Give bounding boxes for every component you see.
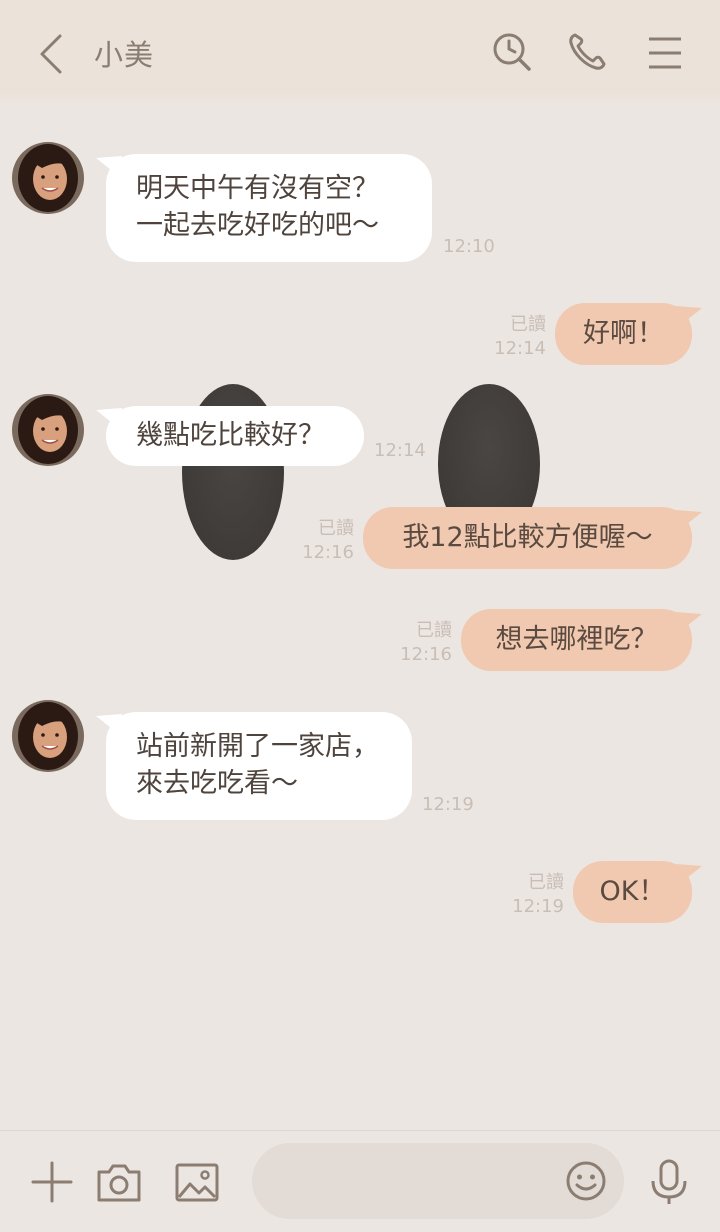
read-receipt: 已讀 (510, 314, 546, 335)
microphone-icon[interactable] (644, 1157, 694, 1207)
avatar-photo-icon (12, 700, 84, 772)
search-clock-icon[interactable] (488, 28, 536, 76)
message-bubble-outgoing[interactable]: OK！ (573, 861, 692, 923)
hamburger-menu-icon[interactable] (640, 28, 688, 76)
message-input[interactable] (252, 1143, 624, 1219)
chevron-left-icon[interactable] (30, 30, 74, 78)
message-time: 12:14 (494, 338, 546, 359)
smiley-icon[interactable] (564, 1159, 608, 1203)
contact-avatar[interactable] (12, 700, 84, 772)
read-receipt: 已讀 (528, 872, 564, 893)
chat-title: 小美 (94, 38, 155, 72)
contact-avatar[interactable] (12, 394, 84, 466)
message-time: 12:19 (512, 896, 564, 917)
avatar-photo-icon (12, 142, 84, 214)
message-time: 12:16 (302, 542, 354, 563)
message-bubble-incoming[interactable]: 明天中午有沒有空？ 一起去吃好吃的吧〜 (106, 154, 432, 262)
message-bubble-outgoing[interactable]: 好啊！ (555, 303, 692, 365)
read-receipt: 已讀 (416, 620, 452, 641)
message-bubble-outgoing[interactable]: 我12點比較方便喔〜 (363, 507, 692, 569)
message-time: 12:14 (374, 440, 426, 461)
image-icon[interactable] (172, 1157, 222, 1207)
chat-input-bar (0, 1130, 720, 1232)
phone-icon[interactable] (563, 28, 611, 76)
message-time: 12:10 (443, 236, 495, 257)
contact-avatar[interactable] (12, 142, 84, 214)
message-bubble-incoming[interactable]: 幾點吃比較好？ (106, 406, 364, 466)
message-time: 12:19 (422, 794, 474, 815)
message-time: 12:16 (400, 644, 452, 665)
camera-icon[interactable] (94, 1157, 144, 1207)
plus-icon[interactable] (27, 1157, 77, 1207)
message-bubble-outgoing[interactable]: 想去哪裡吃？ (461, 609, 692, 671)
message-bubble-incoming[interactable]: 站前新開了一家店， 來去吃吃看〜 (106, 712, 412, 820)
avatar-photo-icon (12, 394, 84, 466)
read-receipt: 已讀 (318, 518, 354, 539)
chat-header: 小美 (0, 0, 720, 108)
